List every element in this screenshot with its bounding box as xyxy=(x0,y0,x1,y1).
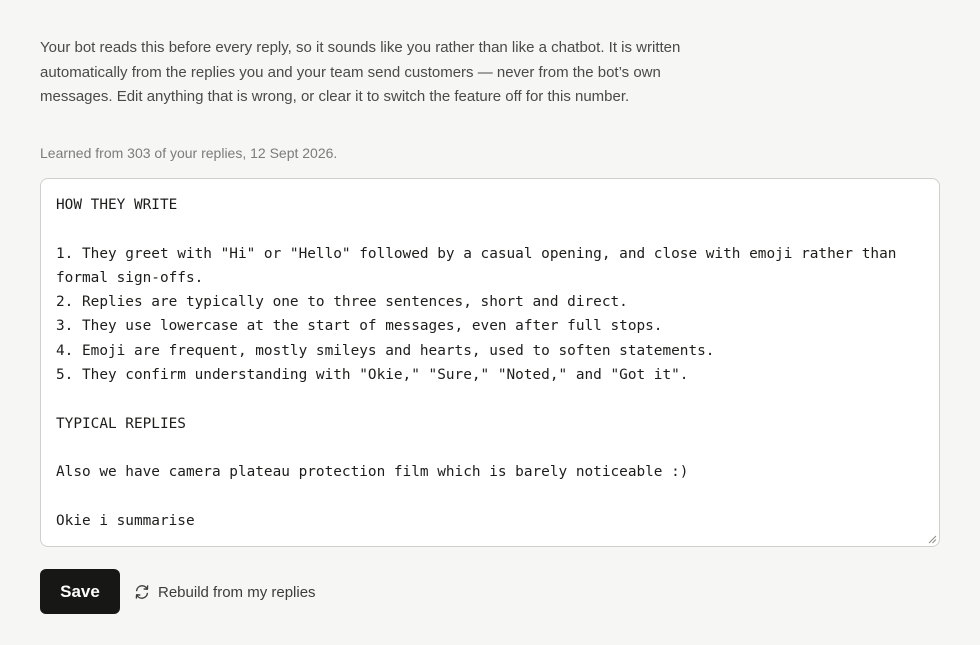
save-button[interactable]: Save xyxy=(40,569,120,614)
voice-profile-text[interactable]: HOW THEY WRITE 1. They greet with "Hi" o… xyxy=(56,193,923,533)
voice-profile-settings: Your bot reads this before every reply, … xyxy=(0,0,980,645)
rebuild-from-replies-button[interactable]: Rebuild from my replies xyxy=(134,580,316,604)
refresh-icon xyxy=(134,584,150,600)
rebuild-button-label: Rebuild from my replies xyxy=(158,583,316,601)
voice-profile-editor[interactable]: HOW THEY WRITE 1. They greet with "Hi" o… xyxy=(40,178,940,547)
feature-description: Your bot reads this before every reply, … xyxy=(40,39,681,105)
learned-from-note: Learned from 303 of your replies, 12 Sep… xyxy=(40,145,338,161)
resize-handle-icon[interactable] xyxy=(928,535,937,544)
